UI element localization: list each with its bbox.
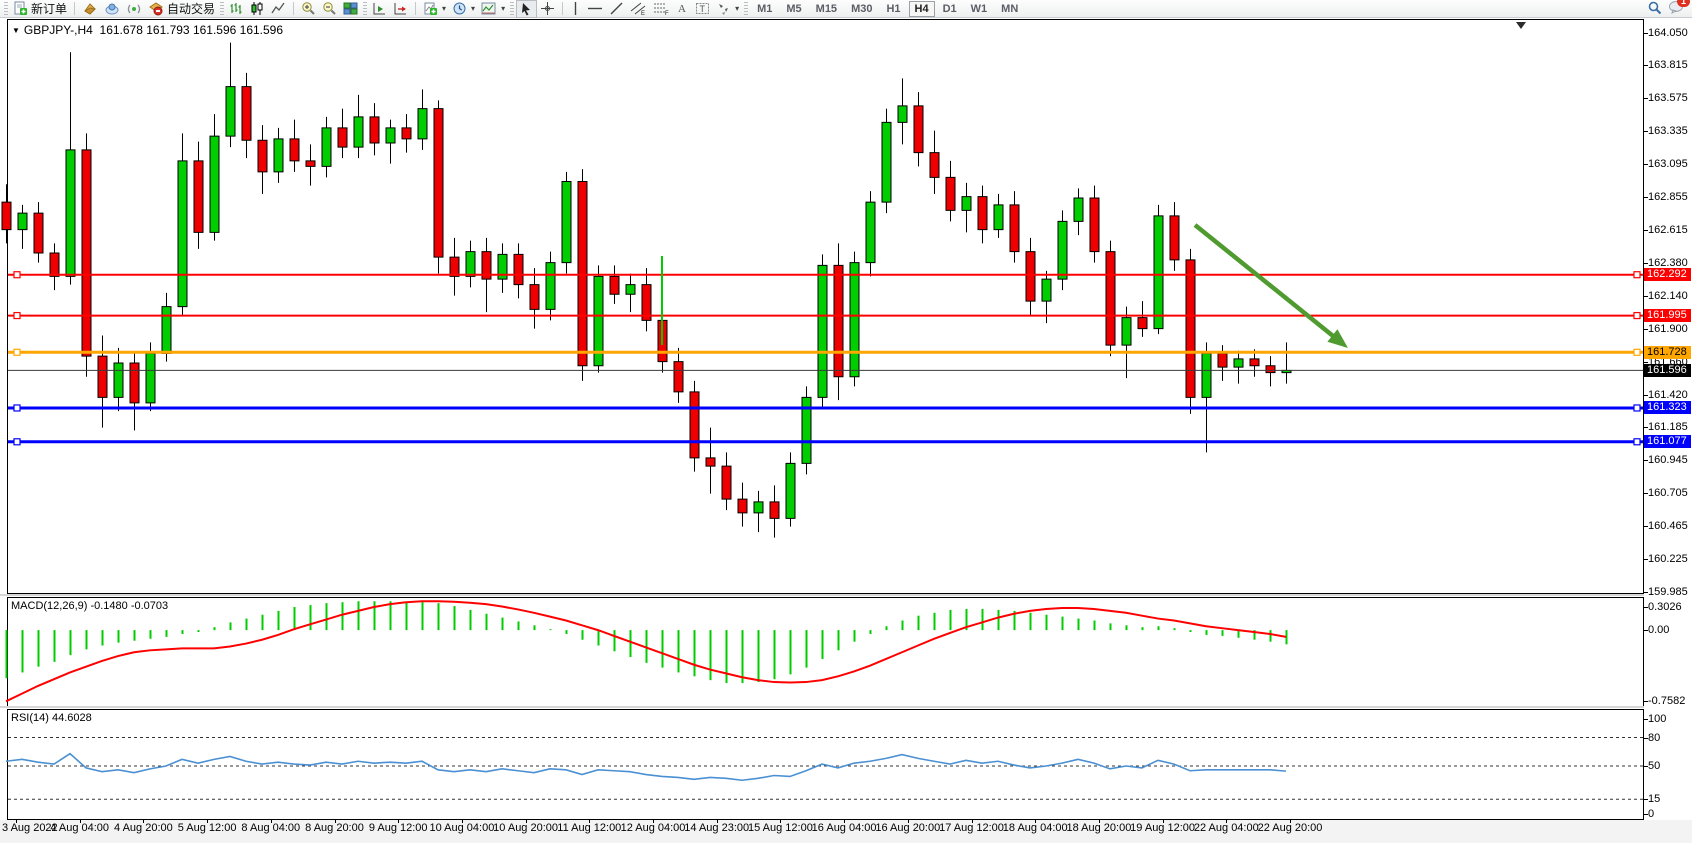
- rsi-tick-label: 0: [1648, 808, 1654, 820]
- chart-shift-marker-icon[interactable]: [1516, 22, 1526, 29]
- macd-tick-label: -0.7582: [1648, 695, 1685, 707]
- rsi-tick-label: 15: [1648, 793, 1660, 805]
- price-tick-label: 161.185: [1648, 421, 1688, 433]
- price-tick-label: 163.815: [1648, 59, 1688, 71]
- price-tick-label: 162.140: [1648, 290, 1688, 302]
- price-tick-label: 160.705: [1648, 487, 1688, 499]
- green-arrow-object: [1195, 225, 1348, 348]
- price-level-badge: 162.292: [1644, 268, 1691, 281]
- chart-ohlc: 161.678 161.793 161.596 161.596: [100, 23, 284, 37]
- price-level-badge: 161.596: [1644, 364, 1691, 377]
- chart-symbol: GBPJPY-,H4: [24, 23, 93, 37]
- price-level-badge: 161.077: [1644, 435, 1691, 448]
- price-tick-label: 163.335: [1648, 125, 1688, 137]
- rsi-indicator-label: RSI(14) 44.6028: [11, 712, 92, 724]
- price-axis[interactable]: 164.050 163.815 163.575 163.335 163.095 162.8…: [1644, 19, 1692, 820]
- time-tick-label: 22 Aug 20:00: [1245, 822, 1335, 834]
- rsi-series: [6, 738, 1643, 800]
- price-level-badge: 161.995: [1644, 309, 1691, 322]
- price-level-badge: 161.323: [1644, 401, 1691, 414]
- price-tick-label: 162.615: [1648, 224, 1688, 236]
- price-tick-label: 163.095: [1648, 158, 1688, 170]
- price-level-badge: 161.728: [1644, 346, 1691, 359]
- chart-canvas[interactable]: [0, 0, 1692, 843]
- macd-tick-label: 0.3026: [1648, 601, 1682, 613]
- price-tick-label: 160.945: [1648, 454, 1688, 466]
- mt4-window: 新订单 自动交易: [0, 0, 1692, 843]
- candles: [2, 43, 1291, 538]
- rsi-tick-label: 50: [1648, 760, 1660, 772]
- collapse-arrow-icon[interactable]: ▼: [12, 26, 20, 35]
- rsi-tick-label: 100: [1648, 713, 1666, 725]
- price-tick-label: 159.985: [1648, 586, 1688, 598]
- macd-series: [6, 601, 1287, 701]
- price-tick-label: 160.465: [1648, 520, 1688, 532]
- rsi-tick-label: 80: [1648, 732, 1660, 744]
- macd-indicator-label: MACD(12,26,9) -0.1480 -0.0703: [11, 600, 168, 612]
- price-tick-label: 164.050: [1648, 27, 1688, 39]
- price-tick-label: 160.225: [1648, 553, 1688, 565]
- price-tick-label: 161.420: [1648, 389, 1688, 401]
- chart-header: ▼ GBPJPY-,H4 161.678 161.793 161.596 161.…: [12, 23, 283, 37]
- price-tick-label: 161.900: [1648, 323, 1688, 335]
- price-tick-label: 162.380: [1648, 257, 1688, 269]
- macd-tick-label: 0.00: [1648, 624, 1669, 636]
- rsi-line: [6, 754, 1286, 781]
- price-tick-label: 162.855: [1648, 191, 1688, 203]
- price-tick-label: 163.575: [1648, 92, 1688, 104]
- time-axis[interactable]: 3 Aug 20224 Aug 04:004 Aug 20:005 Aug 12…: [0, 820, 1692, 843]
